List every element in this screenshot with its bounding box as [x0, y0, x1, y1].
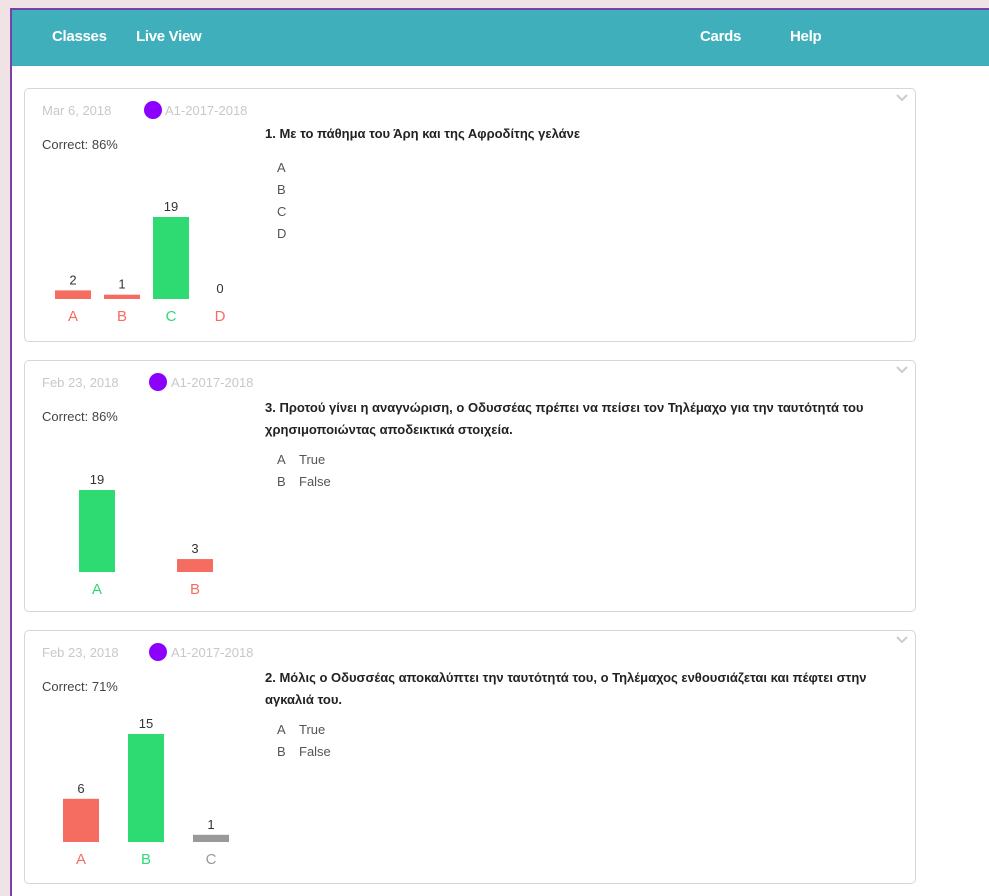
response-bar-chart: 6 A 15 B 1 C — [63, 716, 229, 868]
bar-category-label: A — [68, 308, 78, 325]
answer-option: C — [277, 201, 299, 223]
answer-list: A True B False — [277, 449, 331, 493]
question-text: 2. Μόλις ο Οδυσσέας αποκαλύπτει την ταυτ… — [265, 670, 867, 707]
chevron-down-icon[interactable] — [895, 635, 909, 645]
bar-value-label: 1 — [207, 817, 214, 832]
bar-category-label: B — [141, 851, 151, 868]
bar-category-label: B — [117, 308, 127, 325]
bar-value-label: 2 — [69, 272, 76, 287]
chevron-down-icon[interactable] — [895, 93, 909, 103]
answer-text: False — [299, 744, 331, 759]
bar-category-label: A — [76, 851, 86, 868]
bar-value-label: 19 — [164, 199, 178, 214]
answer-option: A True — [277, 449, 331, 471]
question-card: Feb 23, 2018 A1-2017-2018 Correct: 71% 2… — [24, 630, 916, 884]
answer-option: A — [277, 157, 299, 179]
bar-value-label: 15 — [139, 716, 153, 731]
bar-category-label: B — [190, 581, 200, 598]
question-card: Mar 6, 2018 A1-2017-2018 Correct: 86% 1.… — [24, 88, 916, 342]
answer-text: True — [299, 452, 326, 467]
app-window: Classes Live View Cards Help Mar 6, 2018… — [10, 8, 989, 896]
nav-classes[interactable]: Classes — [52, 28, 107, 45]
nav-live-view[interactable]: Live View — [136, 28, 202, 45]
bar-value-label: 3 — [191, 541, 198, 556]
bar-category-label: C — [166, 308, 177, 325]
bar-C — [153, 217, 189, 299]
bar-C — [193, 834, 229, 842]
chevron-down-icon[interactable] — [895, 365, 909, 375]
answer-letter: D — [277, 226, 287, 241]
answer-option: B — [277, 179, 299, 201]
answer-letter: B — [277, 474, 286, 489]
answer-list: A B C D — [277, 157, 299, 245]
answer-letter: A — [277, 452, 286, 467]
bar-category-label: A — [92, 581, 102, 598]
answer-text: True — [299, 722, 326, 737]
bar-value-label: 1 — [118, 277, 125, 292]
bar-A — [79, 490, 115, 572]
bar-A — [55, 290, 91, 299]
answer-option: A True — [277, 719, 331, 741]
answer-option: B False — [277, 471, 331, 493]
answer-letter: A — [277, 160, 286, 175]
bar-value-label: 0 — [216, 281, 223, 296]
question-text: 1. Με το πάθημα του Άρη και της Αφροδίτη… — [265, 126, 581, 141]
answer-option: B False — [277, 741, 331, 763]
question-text: 3. Προτού γίνει η αναγνώριση, ο Οδυσσέας… — [265, 400, 864, 437]
answer-letter: A — [277, 722, 286, 737]
bar-category-label: C — [206, 851, 217, 868]
answer-letter: B — [277, 182, 286, 197]
nav-help[interactable]: Help — [790, 28, 822, 45]
answer-option: D — [277, 223, 299, 245]
response-bar-chart: 2 A 1 B 19 C 0 D — [55, 199, 226, 325]
top-nav-bar: Classes Live View Cards Help — [12, 10, 989, 66]
bar-value-label: 6 — [77, 781, 84, 796]
bar-B — [104, 294, 140, 299]
question-card: Feb 23, 2018 A1-2017-2018 Correct: 86% 3… — [24, 360, 916, 612]
response-bar-chart: 19 A 3 B — [79, 472, 213, 598]
bar-value-label: 19 — [90, 472, 104, 487]
answer-letter: C — [277, 204, 287, 219]
bar-A — [63, 798, 99, 842]
bar-B — [177, 559, 213, 572]
bar-category-label: D — [215, 308, 226, 325]
nav-cards[interactable]: Cards — [700, 28, 741, 45]
answer-list: A True B False — [277, 719, 331, 763]
bar-B — [128, 734, 164, 842]
answer-text: False — [299, 474, 331, 489]
answer-letter: B — [277, 744, 286, 759]
